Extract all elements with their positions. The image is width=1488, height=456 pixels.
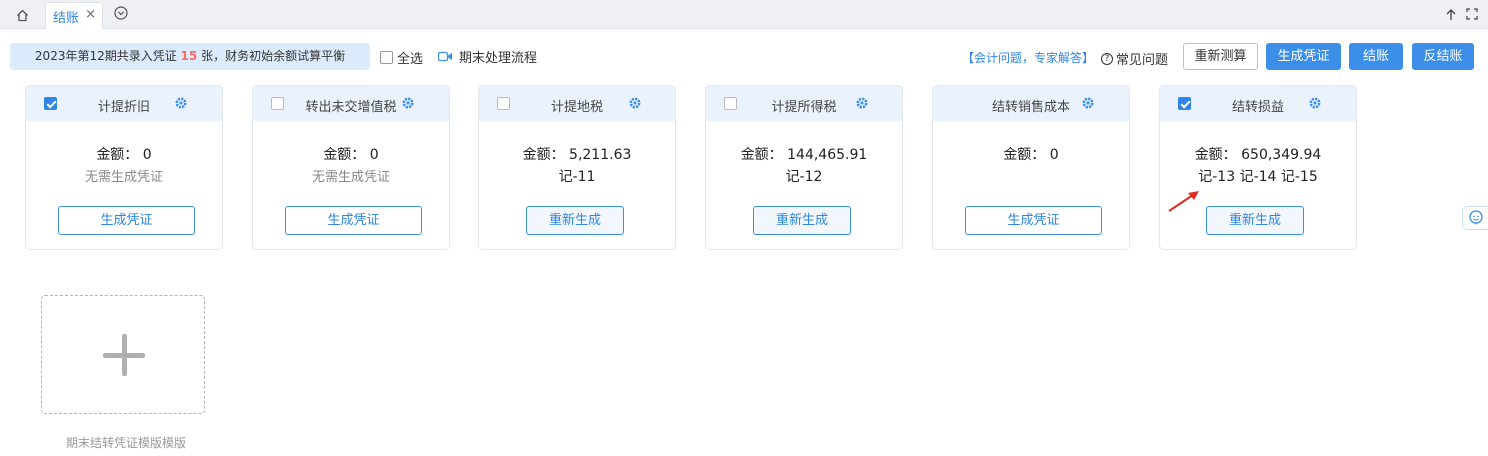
card-depreciation: 计提折旧 金额： 0 无需生成凭证 生成凭证 [25, 85, 223, 250]
card-generate-button[interactable]: 生成凭证 [58, 206, 195, 235]
card-title: 结转销售成本 [991, 100, 1070, 115]
fullscreen-icon[interactable] [1466, 8, 1480, 22]
card-generate-button[interactable]: 生成凭证 [285, 206, 422, 235]
card-generate-button[interactable]: 生成凭证 [965, 206, 1102, 235]
reverse-close-button[interactable]: 反结账 [1412, 43, 1474, 70]
card-profit-loss: 结转损益 金额： 650,349.94 记-13 记-14 记-15 重新生成 [1159, 85, 1357, 250]
voucher-summary: 2023年第12期共录入凭证 15 张，财务初始余额试算平衡 [10, 43, 370, 70]
period-end-process-link[interactable]: 期末处理流程 [438, 47, 537, 66]
select-all-checkbox[interactable] [380, 51, 393, 64]
chevron-down-circle-icon[interactable] [114, 6, 132, 24]
expert-answer-link[interactable]: 【会计问题，专家解答】 [962, 49, 1094, 66]
question-circle-icon: ? [1101, 52, 1113, 65]
plus-icon-vertical [122, 334, 127, 376]
annotation-arrow-icon [1168, 191, 1199, 212]
gear-icon[interactable] [855, 96, 869, 110]
faq-link[interactable]: ? 常见问题 [1101, 49, 1168, 68]
arrow-up-icon[interactable] [1444, 8, 1458, 22]
card-title: 转出未交增值税 [305, 100, 397, 115]
faq-label: 常见问题 [1116, 53, 1169, 68]
card-amount: 金额： 0 [323, 147, 379, 163]
card-amount: 金额： 0 [96, 147, 152, 163]
voucher-count: 15 [180, 49, 198, 63]
gear-icon[interactable] [628, 96, 642, 110]
card-note: 无需生成凭证 [84, 170, 163, 185]
card-header: 转出未交增值税 [253, 86, 449, 121]
chat-bot-icon[interactable] [1462, 206, 1488, 230]
card-amount: 金额： 5,211.63 [522, 147, 632, 163]
tab-label: 结账 [53, 10, 80, 26]
home-icon[interactable] [8, 5, 36, 25]
card-header: 结转损益 [1160, 86, 1356, 121]
card-voucher-link[interactable]: 记-12 [706, 166, 902, 186]
add-template-button[interactable] [41, 295, 205, 414]
card-regenerate-button[interactable]: 重新生成 [753, 206, 851, 235]
card-title: 结转损益 [1231, 100, 1284, 115]
select-all[interactable]: 全选 [380, 48, 423, 67]
gear-icon[interactable] [1081, 96, 1095, 110]
card-voucher-links[interactable]: 记-13 记-14 记-15 [1160, 166, 1356, 186]
card-header: 计提地税 [479, 86, 675, 121]
gear-icon[interactable] [1308, 96, 1322, 110]
card-header: 计提所得税 [706, 86, 902, 121]
close-period-button[interactable]: 结账 [1349, 43, 1403, 70]
card-income-tax: 计提所得税 金额： 144,465.91 记-12 重新生成 [705, 85, 903, 250]
card-note: 无需生成凭证 [311, 170, 390, 185]
card-amount: 金额： 144,465.91 [740, 147, 868, 163]
summary-prefix: 2023年第12期共录入凭证 [34, 49, 181, 63]
process-label: 期末处理流程 [459, 51, 538, 66]
tab-close-period[interactable]: 结账 × [45, 2, 103, 29]
video-icon [438, 51, 452, 62]
close-icon[interactable]: × [85, 8, 96, 22]
gear-icon[interactable] [401, 96, 415, 110]
card-title: 计提折旧 [97, 100, 150, 115]
card-amount: 金额： 650,349.94 [1194, 147, 1322, 163]
tab-bar: 结账 × [0, 0, 1488, 29]
card-header: 计提折旧 [26, 86, 222, 121]
card-voucher-link[interactable]: 记-11 [479, 166, 675, 186]
select-all-label: 全选 [397, 52, 424, 67]
recalculate-button[interactable]: 重新测算 [1183, 43, 1258, 70]
card-regenerate-button[interactable]: 重新生成 [1206, 206, 1304, 235]
card-amount: 金额： 0 [1003, 147, 1059, 163]
gear-icon[interactable] [174, 96, 188, 110]
card-sales-cost: 结转销售成本 金额： 0 生成凭证 [932, 85, 1130, 250]
card-regenerate-button[interactable]: 重新生成 [526, 206, 624, 235]
card-title: 计提地税 [550, 100, 603, 115]
card-local-tax: 计提地税 金额： 5,211.63 记-11 重新生成 [478, 85, 676, 250]
card-header: 结转销售成本 [933, 86, 1129, 121]
card-vat-transfer: 转出未交增值税 金额： 0 无需生成凭证 生成凭证 [252, 85, 450, 250]
summary-suffix: 张，财务初始余额试算平衡 [197, 49, 346, 63]
card-title: 计提所得税 [771, 100, 837, 115]
generate-voucher-button[interactable]: 生成凭证 [1266, 43, 1341, 70]
add-template-label: 期末结转凭证模版模版 [65, 436, 186, 450]
